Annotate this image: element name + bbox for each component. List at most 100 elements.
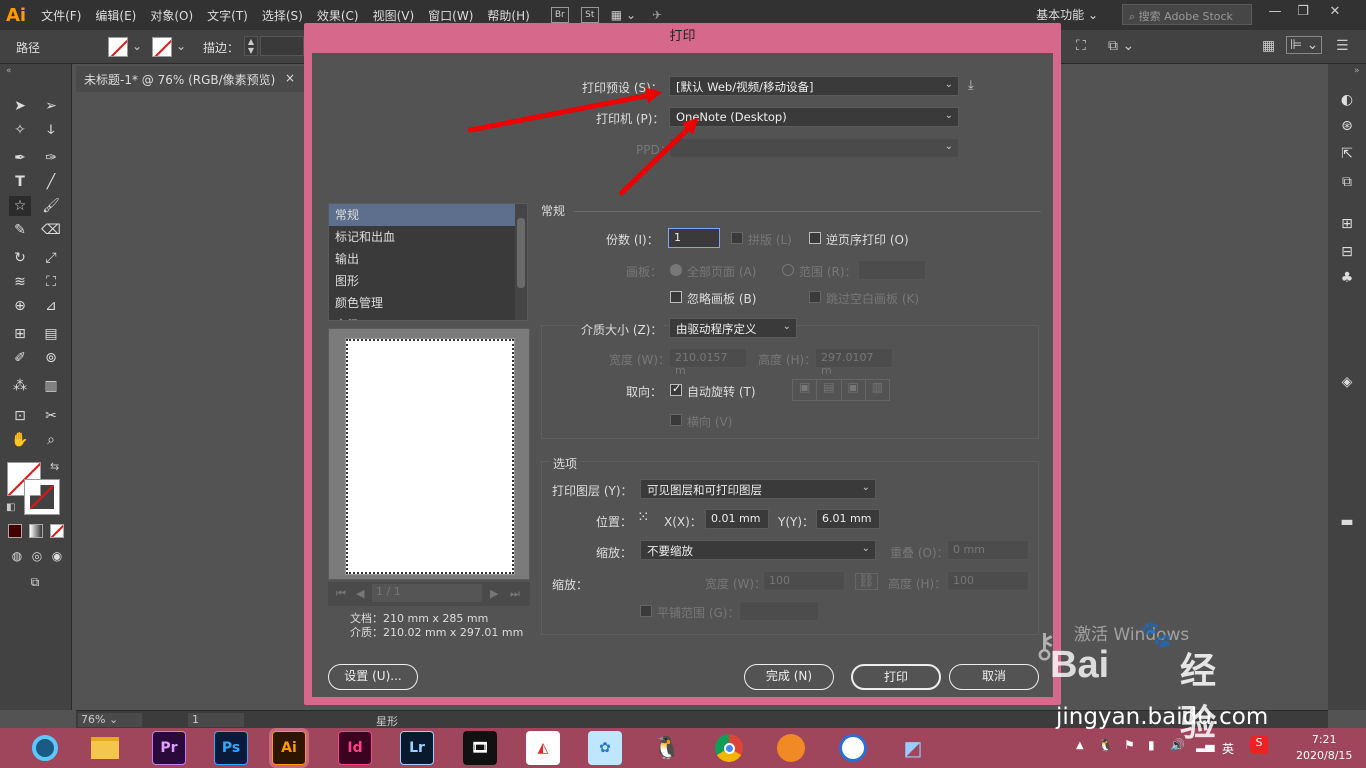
print-preview[interactable]: [328, 328, 530, 580]
category-color-management[interactable]: 颜色管理: [329, 292, 527, 314]
menu-type[interactable]: 文字(T): [200, 7, 255, 24]
menu-view[interactable]: 视图(V): [366, 7, 422, 24]
last-page-icon[interactable]: ⏭: [510, 587, 520, 601]
hand-tool-icon[interactable]: ✋: [9, 430, 31, 450]
y-position-input[interactable]: 6.01 mm: [816, 509, 880, 529]
color-mode-icon[interactable]: [8, 524, 22, 538]
panel-menu-icon[interactable]: ☰: [1336, 38, 1349, 54]
qq-icon[interactable]: 🐧: [650, 731, 684, 765]
category-output[interactable]: 输出: [329, 248, 527, 270]
browser-orange-icon[interactable]: [774, 731, 808, 765]
artboard-select[interactable]: 1: [188, 713, 244, 727]
draw-behind-icon[interactable]: ◎: [26, 546, 48, 566]
eraser-icon[interactable]: ⌫: [40, 220, 62, 240]
show-hidden-icons[interactable]: ▲: [1076, 740, 1084, 751]
symbols-icon[interactable]: ♣: [1336, 270, 1358, 290]
x-position-input[interactable]: 0.01 mm: [705, 509, 769, 529]
artboard-tool-icon[interactable]: ⊡: [9, 406, 31, 426]
cloud-app-icon[interactable]: ✿: [588, 731, 622, 765]
draw-normal-icon[interactable]: ◍: [6, 546, 28, 566]
start-search-icon[interactable]: [28, 731, 62, 765]
tab-close-icon[interactable]: ×: [285, 71, 295, 85]
stroke-weight-input[interactable]: [260, 36, 304, 56]
draw-inside-icon[interactable]: ◉: [46, 546, 68, 566]
zoom-tool-icon[interactable]: ⌕: [40, 430, 62, 450]
isolate-icon[interactable]: ⊫ ⌄: [1286, 36, 1323, 54]
workspace-switcher[interactable]: 基本功能 ⌄: [1036, 6, 1098, 23]
prev-page-icon[interactable]: ◀: [356, 587, 364, 600]
blend-tool-icon[interactable]: ⊚: [40, 348, 62, 368]
layers-icon[interactable]: ◈: [1336, 374, 1358, 394]
qq-tray-icon[interactable]: 🐧: [1098, 738, 1113, 752]
default-colors-icon[interactable]: ◧: [6, 502, 15, 513]
gpu-performance-icon[interactable]: ✈: [652, 8, 662, 22]
align-panel-icon[interactable]: ⊞: [1336, 216, 1358, 236]
rotate-tool-icon[interactable]: ↻: [9, 248, 31, 268]
menu-edit[interactable]: 编辑(E): [88, 7, 143, 24]
pathfinder-icon[interactable]: ⧉: [1336, 174, 1358, 194]
transparency-icon[interactable]: ⊟: [1336, 244, 1358, 264]
sogou-browser-icon[interactable]: [836, 731, 870, 765]
category-marks-bleed[interactable]: 标记和出血: [329, 226, 527, 248]
width-tool-icon[interactable]: ≋: [9, 272, 31, 292]
stroke-color-box[interactable]: [24, 479, 60, 515]
restore-icon[interactable]: ❐: [1290, 4, 1316, 24]
print-layers-select[interactable]: 可见图层和可打印图层 ⌄: [640, 479, 876, 499]
type-tool-icon[interactable]: T: [9, 172, 31, 192]
direct-selection-tool-icon[interactable]: ➢: [40, 96, 62, 116]
stroke-swatch[interactable]: [152, 37, 172, 57]
transform-icon[interactable]: ⛶: [1076, 38, 1086, 54]
category-advanced[interactable]: 高级: [329, 314, 527, 320]
mesh-tool-icon[interactable]: ⊞: [9, 324, 31, 344]
menu-select[interactable]: 选择(S): [255, 7, 310, 24]
category-general[interactable]: 常规: [329, 204, 527, 226]
magic-wand-icon[interactable]: ✧: [9, 120, 31, 140]
minimize-icon[interactable]: —: [1262, 4, 1288, 24]
shape-builder-icon[interactable]: ⊕: [9, 296, 31, 316]
menu-window[interactable]: 窗口(W): [421, 7, 480, 24]
curvature-tool-icon[interactable]: ✑: [40, 148, 62, 168]
scale-tool-icon[interactable]: ⤢: [40, 248, 62, 268]
selection-tool-icon[interactable]: ➤: [9, 96, 31, 116]
menu-file[interactable]: 文件(F): [34, 7, 88, 24]
stroke-weight-stepper[interactable]: ▲ ▼: [244, 36, 258, 56]
stroke-dropdown-icon[interactable]: ⌄: [176, 39, 186, 53]
free-transform-icon[interactable]: ⛶: [40, 272, 62, 292]
gradient-panel-icon[interactable]: ▬: [1336, 514, 1358, 534]
perspective-grid-icon[interactable]: ⊿: [40, 296, 62, 316]
editor-app-icon[interactable]: ◩: [896, 731, 930, 765]
category-scrollbar[interactable]: [515, 204, 527, 320]
cancel-button[interactable]: 取消: [949, 664, 1039, 690]
stock-button[interactable]: St: [580, 7, 599, 23]
premiere-app[interactable]: Pr: [152, 731, 186, 765]
screen-mode-icon[interactable]: ⧉: [24, 572, 46, 592]
star-tool-icon[interactable]: ☆: [9, 196, 31, 216]
next-page-icon[interactable]: ▶: [490, 587, 498, 600]
ime-indicator[interactable]: 英: [1222, 740, 1234, 757]
scaling-select[interactable]: 不要缩放 ⌄: [640, 540, 876, 560]
bridge-button[interactable]: Br: [550, 7, 569, 23]
line-tool-icon[interactable]: ╱: [40, 172, 62, 192]
pen-tool-icon[interactable]: ✒: [9, 148, 31, 168]
export-icon[interactable]: ⇱: [1336, 146, 1358, 166]
fill-swatch[interactable]: [108, 37, 128, 57]
flag-tray-icon[interactable]: ⚑: [1124, 738, 1135, 752]
close-icon[interactable]: ✕: [1322, 4, 1348, 24]
column-graph-icon[interactable]: ▥: [40, 376, 62, 396]
gradient-mode-icon[interactable]: [29, 524, 43, 538]
document-tab[interactable]: 未标题-1* @ 76% (RGB/像素预览) ×: [76, 66, 305, 92]
symbol-sprayer-icon[interactable]: ⁂: [9, 376, 31, 396]
save-preset-icon[interactable]: ⤓: [968, 78, 974, 93]
chrome-icon[interactable]: [712, 731, 746, 765]
arrange-icon[interactable]: ⧉ ⌄: [1108, 38, 1134, 54]
reverse-order-checkbox[interactable]: [809, 232, 821, 244]
position-grid-icon[interactable]: ⁙: [637, 508, 650, 526]
app-red-green-icon[interactable]: ◭: [526, 731, 560, 765]
zoom-select[interactable]: 76% ⌄: [78, 713, 142, 727]
page-number-field[interactable]: 1 / 1: [372, 584, 482, 602]
print-button[interactable]: 打印: [851, 664, 941, 690]
eyedropper-icon[interactable]: ✐: [9, 348, 31, 368]
align-icon[interactable]: ▦: [1262, 38, 1275, 54]
menu-object[interactable]: 对象(O): [143, 7, 200, 24]
slice-tool-icon[interactable]: ✂: [40, 406, 62, 426]
